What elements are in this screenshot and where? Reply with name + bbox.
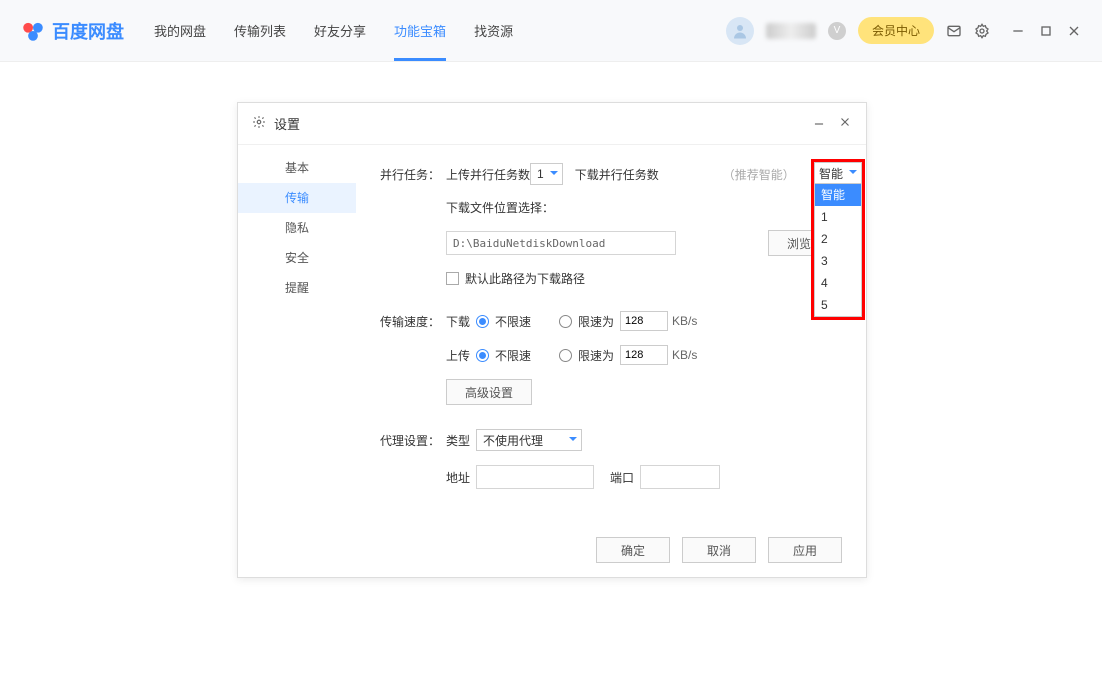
avatar[interactable]	[726, 17, 754, 45]
chevron-down-icon	[550, 171, 558, 179]
settings-panel: 并行任务： 上传并行任务数 1 下载并行任务数 （推荐智能） 智能 智能 1	[356, 145, 866, 577]
proxy-type-value: 不使用代理	[483, 432, 543, 449]
ul-limit-label: 限速为	[578, 347, 614, 364]
member-center-button[interactable]: 会员中心	[858, 17, 934, 44]
speed-upload-row: 上传 不限速 限速为 KB/s	[380, 345, 842, 365]
parallel-tasks-row: 并行任务： 上传并行任务数 1 下载并行任务数 （推荐智能）	[380, 163, 842, 185]
proxy-addr-label: 地址	[446, 469, 476, 486]
advanced-row: 高级设置	[380, 379, 842, 405]
proxy-type-row: 代理设置： 类型 不使用代理	[380, 429, 842, 451]
dialog-titlebar: 设置	[238, 103, 866, 145]
nav-toolbox[interactable]: 功能宝箱	[394, 15, 446, 46]
app-name: 百度网盘	[52, 18, 124, 44]
mail-icon[interactable]	[946, 23, 962, 39]
sidebar-item-security[interactable]: 安全	[238, 243, 356, 273]
dropdown-option-3[interactable]: 3	[815, 250, 861, 272]
app-logo: 百度网盘	[20, 18, 124, 44]
ul-limit-input[interactable]	[620, 345, 668, 365]
dialog-minimize-icon[interactable]	[812, 117, 826, 134]
download-path-label: 下载文件位置选择：	[446, 199, 554, 216]
proxy-addr-row: 地址 端口	[380, 465, 842, 489]
username-redacted	[766, 23, 816, 39]
dropdown-option-1[interactable]: 1	[815, 206, 861, 228]
settings-sidebar: 基本 传输 隐私 安全 提醒	[238, 145, 356, 577]
sidebar-item-transfer[interactable]: 传输	[238, 183, 356, 213]
download-path-row: 浏览	[380, 230, 842, 256]
minimize-icon[interactable]	[1010, 23, 1026, 39]
download-parallel-dropdown-highlight: 智能 智能 1 2 3 4 5	[811, 159, 865, 320]
dialog-close-icon[interactable]	[838, 115, 852, 132]
cancel-button[interactable]: 取消	[682, 537, 756, 563]
nav-transfer-list[interactable]: 传输列表	[234, 15, 286, 46]
download-parallel-select[interactable]: 智能	[814, 162, 862, 184]
dropdown-option-5[interactable]: 5	[815, 294, 861, 316]
maximize-icon[interactable]	[1038, 23, 1054, 39]
chevron-down-icon	[569, 437, 577, 445]
advanced-settings-button[interactable]: 高级设置	[446, 379, 532, 405]
download-parallel-value: 智能	[819, 165, 843, 182]
dialog-title: 设置	[274, 114, 300, 133]
apply-button[interactable]: 应用	[768, 537, 842, 563]
default-path-label: 默认此路径为下载路径	[465, 270, 585, 287]
dl-unlimited-radio[interactable]	[476, 315, 489, 328]
app-topbar: 百度网盘 我的网盘 传输列表 好友分享 功能宝箱 找资源 V 会员中心	[0, 0, 1102, 62]
user-icon	[731, 22, 749, 40]
speed-download-row: 传输速度： 下载 不限速 限速为 KB/s	[380, 311, 842, 331]
sidebar-item-privacy[interactable]: 隐私	[238, 213, 356, 243]
download-path-label-row: 下载文件位置选择：	[380, 199, 842, 216]
speed-upload-sublabel: 上传	[446, 347, 476, 364]
proxy-type-label: 类型	[446, 432, 476, 449]
ul-limit-radio[interactable]	[559, 349, 572, 362]
speed-download-sublabel: 下载	[446, 313, 476, 330]
ul-unit: KB/s	[672, 348, 697, 362]
proxy-type-select[interactable]: 不使用代理	[476, 429, 582, 451]
sidebar-item-basic[interactable]: 基本	[238, 153, 356, 183]
topbar-right: V 会员中心	[726, 17, 1082, 45]
settings-dialog: 设置 基本 传输 隐私 安全 提醒 并行任务： 上传并行任务数 1 下载并行任务…	[237, 102, 867, 578]
gear-icon	[252, 115, 266, 132]
dl-unit: KB/s	[672, 314, 697, 328]
proxy-port-input[interactable]	[640, 465, 720, 489]
gear-icon[interactable]	[974, 23, 990, 39]
dl-unlimited-label: 不限速	[495, 313, 531, 330]
download-path-input[interactable]	[446, 231, 676, 255]
proxy-port-label: 端口	[610, 469, 640, 486]
dropdown-option-4[interactable]: 4	[815, 272, 861, 294]
dl-limit-radio[interactable]	[559, 315, 572, 328]
sidebar-item-reminder[interactable]: 提醒	[238, 273, 356, 303]
default-path-checkbox[interactable]	[446, 272, 459, 285]
upload-parallel-value: 1	[537, 167, 544, 181]
dl-limit-input[interactable]	[620, 311, 668, 331]
dl-limit-label: 限速为	[578, 313, 614, 330]
upload-parallel-label: 上传并行任务数	[446, 166, 530, 183]
ul-unlimited-radio[interactable]	[476, 349, 489, 362]
download-parallel-options: 智能 1 2 3 4 5	[814, 184, 862, 317]
main-nav: 我的网盘 传输列表 好友分享 功能宝箱 找资源	[154, 15, 513, 46]
chevron-down-icon	[849, 170, 857, 178]
nav-resources[interactable]: 找资源	[474, 15, 513, 46]
dropdown-option-2[interactable]: 2	[815, 228, 861, 250]
parallel-label: 并行任务：	[380, 166, 446, 183]
upload-parallel-select[interactable]: 1	[530, 163, 563, 185]
download-parallel-label: 下载并行任务数	[575, 166, 659, 183]
speed-label: 传输速度：	[380, 313, 446, 330]
nav-my-disk[interactable]: 我的网盘	[154, 15, 206, 46]
ul-unlimited-label: 不限速	[495, 347, 531, 364]
default-path-row: 默认此路径为下载路径	[380, 270, 842, 287]
proxy-label: 代理设置：	[380, 432, 446, 449]
cloud-logo-icon	[20, 18, 46, 44]
parallel-hint: （推荐智能）	[723, 166, 795, 183]
dropdown-option-smart[interactable]: 智能	[815, 184, 861, 206]
nav-friend-share[interactable]: 好友分享	[314, 15, 366, 46]
proxy-addr-input[interactable]	[476, 465, 594, 489]
close-icon[interactable]	[1066, 23, 1082, 39]
window-controls	[1010, 23, 1082, 39]
ok-button[interactable]: 确定	[596, 537, 670, 563]
vip-badge-icon: V	[828, 22, 846, 40]
dialog-footer: 确定 取消 应用	[596, 537, 842, 563]
